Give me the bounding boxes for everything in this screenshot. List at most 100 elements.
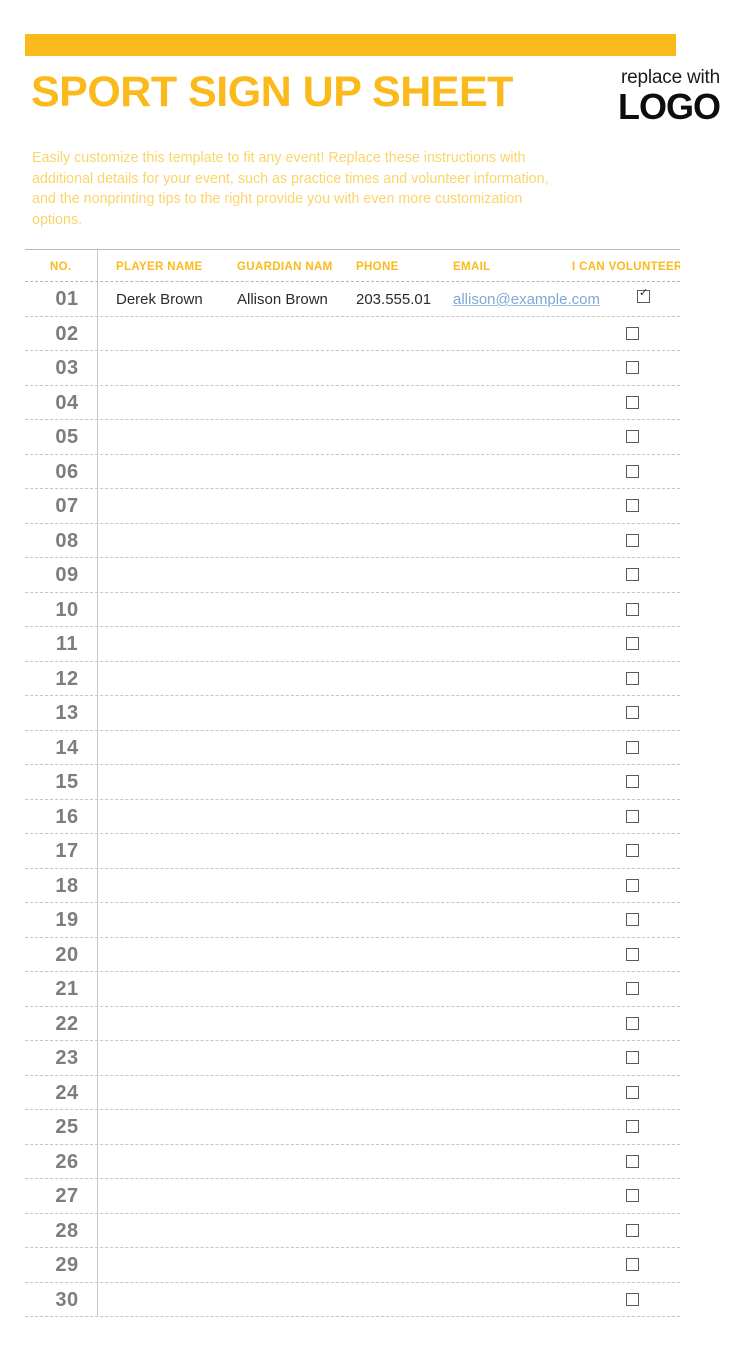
volunteer-checkbox[interactable] bbox=[626, 499, 639, 513]
volunteer-checkbox[interactable] bbox=[626, 947, 639, 961]
volunteer-cell[interactable] bbox=[585, 1015, 680, 1033]
table-row[interactable]: 11 bbox=[25, 627, 680, 662]
table-row[interactable]: 13 bbox=[25, 696, 680, 731]
table-row[interactable]: 29 bbox=[25, 1248, 680, 1283]
volunteer-cell[interactable] bbox=[585, 1084, 680, 1102]
volunteer-checkbox[interactable] bbox=[626, 568, 639, 582]
volunteer-checkbox[interactable] bbox=[626, 602, 639, 616]
volunteer-cell[interactable] bbox=[585, 394, 680, 412]
table-row[interactable]: 05 bbox=[25, 420, 680, 455]
volunteer-cell[interactable] bbox=[585, 1153, 680, 1171]
volunteer-cell[interactable] bbox=[585, 463, 680, 481]
table-row[interactable]: 04 bbox=[25, 386, 680, 420]
volunteer-cell[interactable] bbox=[596, 288, 691, 306]
volunteer-cell[interactable] bbox=[585, 808, 680, 826]
volunteer-checkbox[interactable] bbox=[626, 1223, 639, 1237]
phone-field[interactable]: 203.555.01 bbox=[356, 291, 451, 308]
column-header-guardian: GUARDIAN NAM bbox=[237, 261, 333, 273]
volunteer-cell[interactable] bbox=[585, 877, 680, 895]
volunteer-cell[interactable] bbox=[585, 946, 680, 964]
table-row[interactable]: 28 bbox=[25, 1214, 680, 1248]
volunteer-cell[interactable] bbox=[585, 1187, 680, 1205]
guardian-name-field[interactable]: Allison Brown bbox=[237, 291, 352, 308]
volunteer-checkbox[interactable] bbox=[626, 844, 639, 858]
volunteer-cell[interactable] bbox=[585, 739, 680, 757]
table-row[interactable]: 22 bbox=[25, 1007, 680, 1041]
table-row[interactable]: 12 bbox=[25, 662, 680, 696]
volunteer-checkbox[interactable] bbox=[637, 288, 650, 304]
volunteer-checkbox[interactable] bbox=[626, 1189, 639, 1203]
volunteer-checkbox[interactable] bbox=[626, 1154, 639, 1168]
volunteer-cell[interactable] bbox=[585, 635, 680, 653]
volunteer-checkbox[interactable] bbox=[626, 671, 639, 685]
table-row[interactable]: 08 bbox=[25, 524, 680, 558]
table-row[interactable]: 21 bbox=[25, 972, 680, 1007]
table-row[interactable]: 14 bbox=[25, 731, 680, 765]
table-row[interactable]: 03 bbox=[25, 351, 680, 386]
table-row[interactable]: 19 bbox=[25, 903, 680, 938]
volunteer-checkbox[interactable] bbox=[626, 740, 639, 754]
table-row[interactable]: 06 bbox=[25, 455, 680, 489]
table-row[interactable]: 30 bbox=[25, 1283, 680, 1317]
volunteer-checkbox[interactable] bbox=[626, 1016, 639, 1030]
table-row[interactable]: 23 bbox=[25, 1041, 680, 1076]
table-row[interactable]: 17 bbox=[25, 834, 680, 869]
signup-table: NO. PLAYER NAME GUARDIAN NAM PHONE EMAIL… bbox=[25, 249, 680, 1317]
table-row[interactable]: 24 bbox=[25, 1076, 680, 1110]
player-name-field[interactable]: Derek Brown bbox=[116, 291, 234, 308]
table-row[interactable]: 16 bbox=[25, 800, 680, 834]
table-row[interactable]: 09 bbox=[25, 558, 680, 593]
volunteer-checkbox[interactable] bbox=[626, 1120, 639, 1134]
table-row[interactable]: 07 bbox=[25, 489, 680, 524]
table-row[interactable]: 27 bbox=[25, 1179, 680, 1214]
volunteer-cell[interactable] bbox=[585, 670, 680, 688]
table-row[interactable]: 10 bbox=[25, 593, 680, 627]
volunteer-checkbox[interactable] bbox=[626, 430, 639, 444]
volunteer-checkbox[interactable] bbox=[626, 1258, 639, 1272]
volunteer-cell[interactable] bbox=[585, 1118, 680, 1136]
volunteer-cell[interactable] bbox=[585, 359, 680, 377]
table-row[interactable]: 26 bbox=[25, 1145, 680, 1179]
volunteer-cell[interactable] bbox=[585, 428, 680, 446]
volunteer-cell[interactable] bbox=[585, 1049, 680, 1067]
volunteer-cell[interactable] bbox=[585, 842, 680, 860]
volunteer-checkbox[interactable] bbox=[626, 1051, 639, 1065]
volunteer-cell[interactable] bbox=[585, 1291, 680, 1309]
volunteer-checkbox[interactable] bbox=[626, 533, 639, 547]
row-number: 15 bbox=[55, 771, 79, 793]
table-row[interactable]: 02 bbox=[25, 317, 680, 351]
logo-placeholder[interactable]: replace with LOGO bbox=[618, 67, 721, 127]
table-row[interactable]: 15 bbox=[25, 765, 680, 800]
volunteer-checkbox[interactable] bbox=[626, 1085, 639, 1099]
volunteer-checkbox[interactable] bbox=[626, 326, 639, 340]
page-title: SPORT SIGN UP SHEET bbox=[31, 68, 513, 116]
volunteer-cell[interactable] bbox=[585, 532, 680, 550]
table-row[interactable]: 20 bbox=[25, 938, 680, 972]
volunteer-cell[interactable] bbox=[585, 980, 680, 998]
volunteer-checkbox[interactable] bbox=[626, 809, 639, 823]
volunteer-checkbox[interactable] bbox=[626, 982, 639, 996]
table-row[interactable]: 01 Derek Brown Allison Brown 203.555.01 alli… bbox=[25, 282, 680, 317]
volunteer-checkbox[interactable] bbox=[626, 464, 639, 478]
volunteer-checkbox[interactable] bbox=[626, 878, 639, 892]
volunteer-checkbox[interactable] bbox=[626, 913, 639, 927]
table-row[interactable]: 18 bbox=[25, 869, 680, 903]
volunteer-checkbox[interactable] bbox=[626, 395, 639, 409]
volunteer-cell[interactable] bbox=[585, 911, 680, 929]
volunteer-cell[interactable] bbox=[585, 497, 680, 515]
volunteer-checkbox[interactable] bbox=[626, 775, 639, 789]
volunteer-cell[interactable] bbox=[585, 566, 680, 584]
table-row[interactable]: 25 bbox=[25, 1110, 680, 1145]
volunteer-cell[interactable] bbox=[585, 325, 680, 343]
volunteer-checkbox[interactable] bbox=[626, 637, 639, 651]
volunteer-cell[interactable] bbox=[585, 1222, 680, 1240]
volunteer-checkbox[interactable] bbox=[626, 706, 639, 720]
volunteer-cell[interactable] bbox=[585, 704, 680, 722]
volunteer-checkbox[interactable] bbox=[626, 1292, 639, 1306]
volunteer-cell[interactable] bbox=[585, 1256, 680, 1274]
row-number: 13 bbox=[55, 702, 79, 724]
volunteer-cell[interactable] bbox=[585, 601, 680, 619]
volunteer-checkbox[interactable] bbox=[626, 361, 639, 375]
volunteer-cell[interactable] bbox=[585, 773, 680, 791]
logo-text: LOGO bbox=[618, 86, 721, 127]
